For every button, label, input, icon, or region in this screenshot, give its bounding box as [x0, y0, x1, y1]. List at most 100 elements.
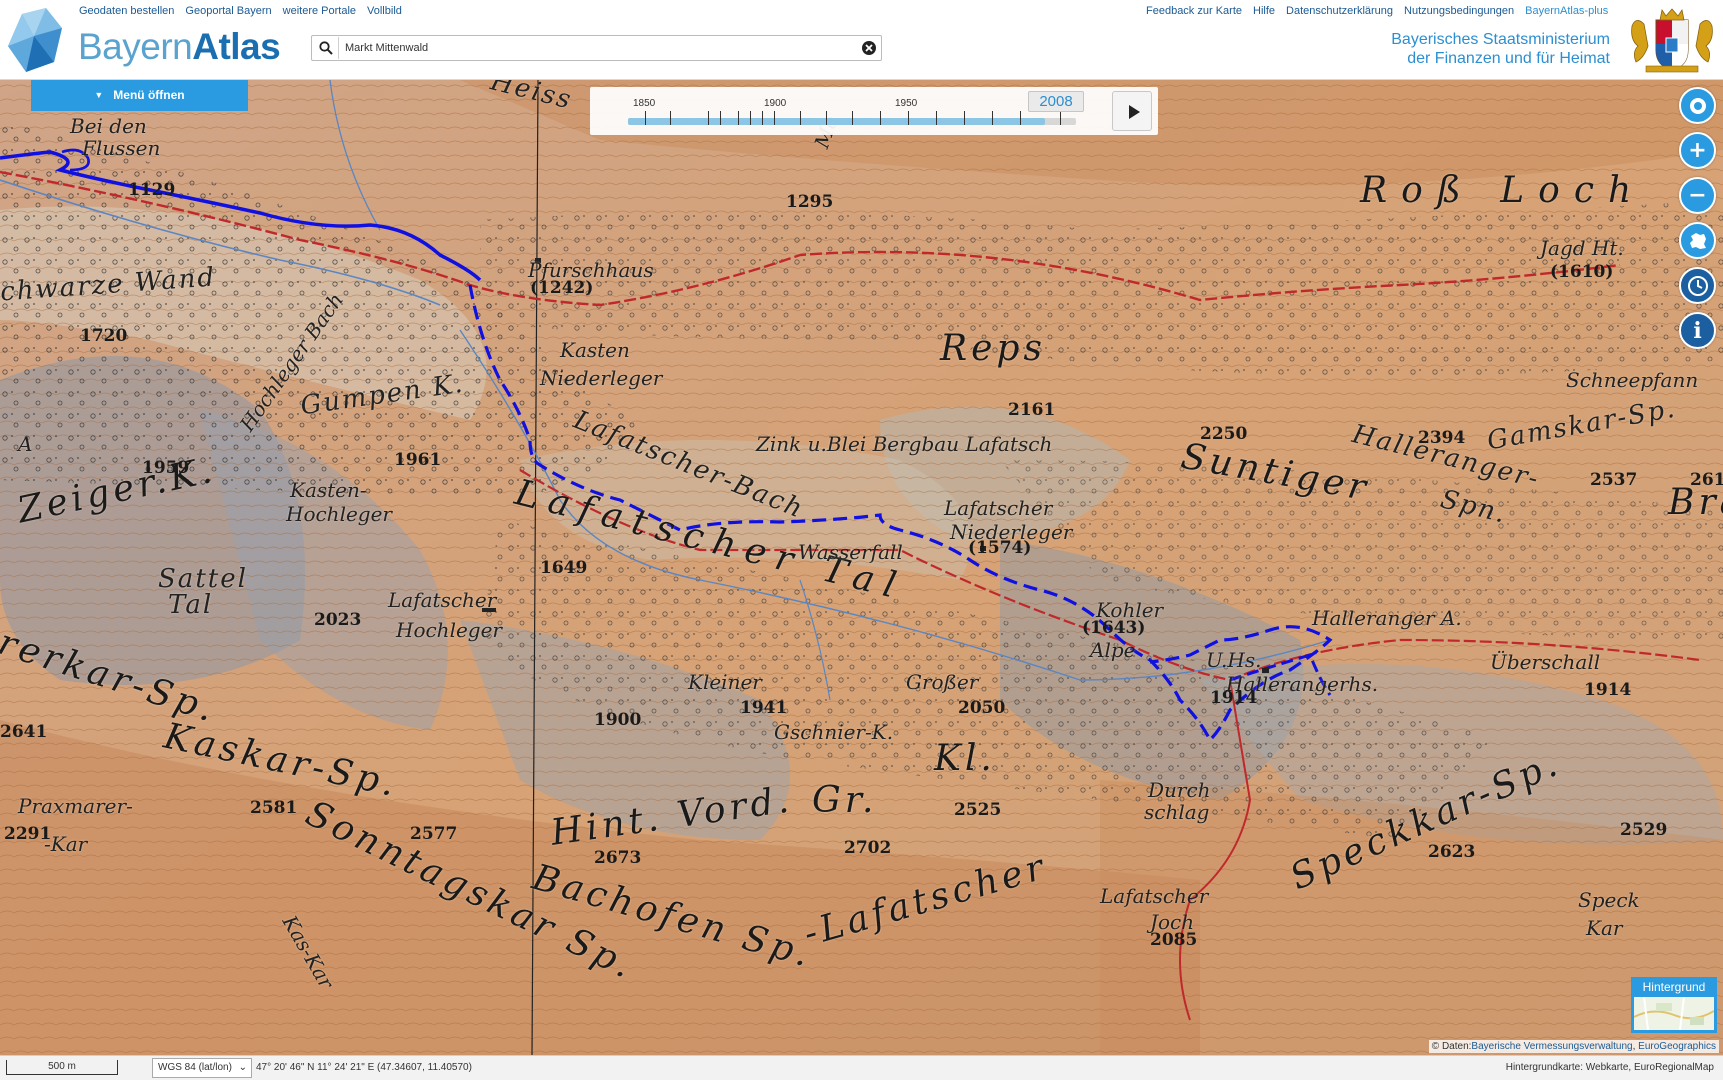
header: BayernAtlas Geodaten bestellen Geoportal…: [0, 0, 1723, 80]
bavaria-extent-button[interactable]: [1679, 222, 1716, 259]
label-kasten-hochleger-1: Kasten-: [290, 478, 367, 502]
elev-1574: (1574): [968, 538, 1032, 558]
search-input[interactable]: [338, 37, 858, 59]
search-box: [311, 35, 882, 61]
link-nutzungsbedingungen[interactable]: Nutzungsbedingungen: [1404, 5, 1514, 17]
bavaria-shape-icon: [1689, 232, 1706, 249]
ministry-title: Bayerisches Staatsministerium der Finanz…: [1300, 30, 1610, 68]
zoom-in-button[interactable]: +: [1679, 132, 1716, 169]
link-feedback[interactable]: Feedback zur Karte: [1146, 5, 1242, 17]
locate-button[interactable]: [1679, 87, 1716, 124]
elev-2537: 2537: [1590, 470, 1638, 490]
label-jagd-ht: Jagd Ht.: [1540, 236, 1624, 260]
elev-1961: 1961: [394, 450, 442, 470]
bavarian-coat-of-arms-icon: [1626, 6, 1718, 74]
label-durch-schlag-2: schlag: [1144, 800, 1210, 824]
minus-icon: −: [1688, 183, 1707, 208]
menu-open-button[interactable]: ▼ Menü öffnen: [31, 80, 248, 111]
label-kasten-hochleger-2: Hochleger: [286, 502, 392, 526]
label-lafatscher-joch-1: Lafatscher: [1100, 884, 1209, 908]
crs-select[interactable]: WGS 84 (lat/lon) ⌄: [152, 1058, 252, 1078]
label-ross-loch: Roß Loch: [1360, 170, 1646, 211]
selected-year-handle[interactable]: 2008: [1028, 91, 1084, 112]
scale-bar: 500 m: [6, 1060, 118, 1075]
background-map-info: Hintergrundkarte: Webkarte, EuroRegional…: [1505, 1062, 1714, 1073]
link-weitere-portale[interactable]: weitere Portale: [283, 5, 356, 17]
bayernatlas-wordmark[interactable]: BayernAtlas: [78, 26, 281, 68]
year-tick-mark: [762, 111, 763, 125]
elev-2085: 2085: [1150, 930, 1198, 950]
label-wasserfall: Wasserfall: [798, 540, 903, 564]
link-hilfe[interactable]: Hilfe: [1253, 5, 1275, 17]
link-geoportal-bayern[interactable]: Geoportal Bayern: [185, 5, 271, 17]
elev-1914-center: 1914: [1210, 688, 1258, 708]
menu-open-label: Menü öffnen: [113, 88, 185, 102]
year-tick-mark: [774, 111, 775, 125]
year-tick-mark: [992, 111, 993, 125]
elev-1914-right: 1914: [1584, 680, 1632, 700]
close-circle-icon[interactable]: [861, 40, 877, 56]
link-geodaten-bestellen[interactable]: Geodaten bestellen: [79, 5, 174, 17]
year-tick-mark: [720, 111, 721, 125]
attribution: © Daten:Bayerische Vermessungsverwaltung…: [1428, 1040, 1719, 1053]
clock-icon: [1687, 275, 1708, 296]
background-switch-label: Hintergrund: [1642, 980, 1706, 994]
time-travel-button[interactable]: [1679, 267, 1716, 304]
year-tick-mark: [964, 111, 965, 125]
year-tick-mark: [750, 111, 751, 125]
elev-2525: 2525: [954, 800, 1002, 820]
label-flussen: Flussen: [82, 136, 161, 160]
label-kleiner: Kleiner: [688, 670, 762, 694]
wordmark-bayern: Bayern: [78, 26, 193, 67]
elev-2291: 2291: [4, 824, 52, 844]
label-kl: Kl.: [934, 738, 996, 779]
elev-2250: 2250: [1200, 424, 1248, 444]
label-praxmarer-1: Praxmarer-: [18, 794, 133, 818]
label-niederleger: Niederleger: [540, 366, 663, 390]
year-tick-mark: [645, 111, 646, 125]
bayernatlas-app: BayernAtlas Geodaten bestellen Geoportal…: [0, 0, 1723, 1080]
label-speck-kar-2: Kar: [1586, 916, 1623, 940]
search-icon[interactable]: [318, 40, 334, 56]
link-vollbild[interactable]: Vollbild: [367, 5, 402, 17]
year-tick-mark: [852, 111, 853, 125]
label-gschnier-k: Gschnier-K.: [774, 720, 894, 744]
label-bei-den: Bei den: [70, 114, 147, 138]
elev-1959: 1959: [142, 458, 190, 478]
attribution-link-eurogeographics[interactable]: EuroGeographics: [1638, 1041, 1716, 1052]
time-slider-panel: 1850 1900 1950 2008: [590, 87, 1158, 135]
slider-tick-1900: 1900: [764, 98, 787, 109]
elev-1941: 1941: [740, 698, 788, 718]
label-halleranger-a: Halleranger A.: [1312, 606, 1462, 630]
zoom-out-button[interactable]: −: [1679, 177, 1716, 214]
label-lafatscher-niederleger-1: Lafatscher: [944, 496, 1053, 520]
slider-tick-1850: 1850: [633, 98, 656, 109]
elev-2577: 2577: [410, 824, 458, 844]
background-switch-button[interactable]: Hintergrund: [1631, 977, 1717, 1033]
map-canvas[interactable]: Heiss Bei den Flussen chwarze Wand Pfurs…: [0, 80, 1723, 1055]
label-uberschall: Überschall: [1490, 650, 1601, 674]
info-button[interactable]: i: [1679, 312, 1716, 349]
header-left-links: Geodaten bestellen Geoportal Bayern weit…: [79, 5, 402, 17]
time-slider-fill: [628, 118, 1045, 125]
info-icon: i: [1693, 317, 1702, 344]
label-grosser: Großer: [906, 670, 979, 694]
year-tick-mark: [936, 111, 937, 125]
label-gr: Gr.: [812, 780, 878, 821]
year-tick-mark: [880, 111, 881, 125]
cursor-coordinates: 47° 20' 46" N 11° 24' 21" E (47.34607, 1…: [256, 1062, 472, 1073]
elev-2161: 2161: [1008, 400, 1056, 420]
caret-down-icon: ▼: [94, 90, 104, 100]
link-datenschutz[interactable]: Datenschutzerklärung: [1286, 5, 1393, 17]
label-durch-schlag-1: Durch: [1148, 778, 1211, 802]
link-bayernatlas-plus[interactable]: BayernAtlas-plus: [1525, 5, 1608, 17]
elev-1720: 1720: [80, 326, 128, 346]
label-zink-bergbau: Zink u.Blei Bergbau Lafatsch: [756, 432, 1053, 456]
footer-bar: 500 m WGS 84 (lat/lon) ⌄ 47° 20' 46" N 1…: [0, 1055, 1723, 1080]
attribution-link-bvv[interactable]: Bayerische Vermessungsverwaltung: [1471, 1041, 1632, 1052]
bayernatlas-logo-icon[interactable]: [4, 6, 66, 74]
slider-tick-1950: 1950: [895, 98, 918, 109]
label-lafatscher-hochleger-2: Hochleger: [396, 618, 502, 642]
year-tick-mark: [738, 111, 739, 125]
play-button[interactable]: [1112, 91, 1152, 131]
